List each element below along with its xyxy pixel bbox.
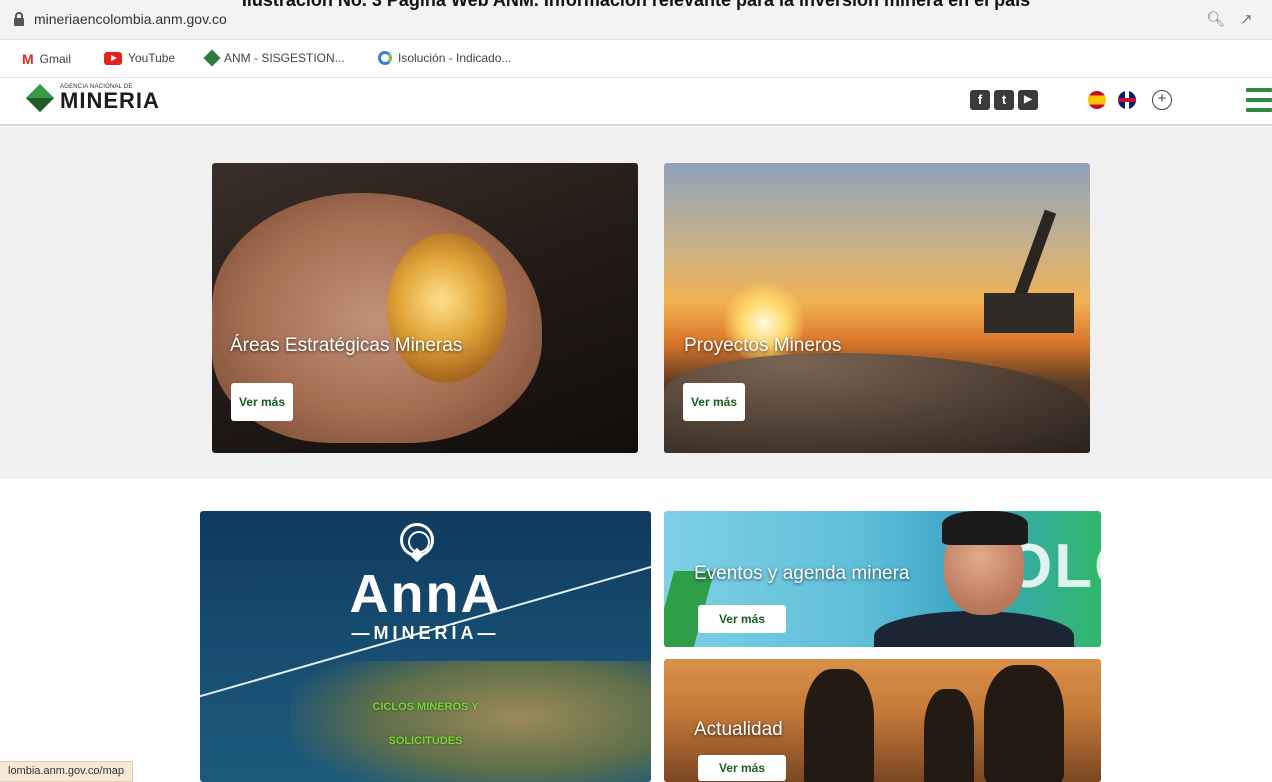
- share-icon[interactable]: ↗: [1240, 10, 1253, 28]
- card-proyectos-mineros[interactable]: Proyectos Mineros Ver más: [664, 163, 1090, 453]
- card-title: Actualidad: [694, 719, 783, 740]
- bookmarks-bar: M Gmail YouTube ANM - SISGESTION... Isol…: [0, 40, 1272, 78]
- gmail-icon: M: [22, 51, 34, 67]
- ver-mas-button[interactable]: Ver más: [698, 755, 786, 781]
- anna-logo-text: AnnA: [349, 564, 502, 624]
- bookmark-label: ANM - SISGESTION...: [224, 51, 345, 65]
- card-areas-estrategicas[interactable]: Áreas Estratégicas Mineras Ver más: [212, 163, 638, 453]
- ver-mas-button[interactable]: Ver más: [698, 605, 786, 633]
- bookmark-label: Isolución - Indicado...: [398, 51, 512, 65]
- card-title: Eventos y agenda minera: [694, 563, 910, 584]
- add-circle-icon[interactable]: +: [1152, 90, 1172, 110]
- site-header: AGENCIA NACIONAL DE MINERIA f t ▶ +: [0, 78, 1272, 126]
- youtube-social-icon[interactable]: ▶: [1018, 90, 1038, 110]
- card-title: Proyectos Mineros: [684, 335, 842, 356]
- page: mineriaencolombia.anm.gov.co 🔍︎ ↗ Ilustr…: [0, 0, 1272, 782]
- card-actualidad[interactable]: Actualidad Ver más: [664, 659, 1101, 782]
- card-anna-mineria[interactable]: AnnA —MINERÍA— CICLOS MINEROS Y SOLICITU…: [200, 511, 651, 782]
- anna-green-line2: SOLICITUDES: [388, 735, 463, 747]
- bookmark-gmail[interactable]: M Gmail: [22, 51, 71, 67]
- bookmark-isolucion[interactable]: Isolución - Indicado...: [378, 51, 511, 65]
- url-text[interactable]: mineriaencolombia.anm.gov.co: [34, 11, 227, 27]
- spanish-flag-icon[interactable]: [1088, 91, 1106, 109]
- anna-green-line1: CICLOS MINEROS Y: [372, 701, 479, 713]
- english-flag-icon[interactable]: [1118, 91, 1136, 109]
- bookmark-anm-sisgestion[interactable]: ANM - SISGESTION...: [203, 49, 345, 67]
- status-url-tooltip: lombia.anm.gov.co/map: [0, 761, 133, 782]
- menu-icon[interactable]: [1246, 88, 1272, 112]
- anna-subtitle: —MINERÍA—: [351, 623, 500, 643]
- ver-mas-button[interactable]: Ver más: [683, 383, 745, 421]
- card-title: Áreas Estratégicas Mineras: [230, 335, 463, 356]
- logo-big-text: MINERIA: [60, 88, 160, 113]
- twitter-icon[interactable]: t: [994, 90, 1014, 110]
- logo-diamond-icon: [25, 83, 55, 113]
- anm-logo[interactable]: AGENCIA NACIONAL DE MINERIA: [25, 83, 160, 113]
- youtube-icon: [104, 51, 122, 65]
- isolucion-icon: [378, 51, 392, 65]
- signal-icon: [400, 523, 434, 557]
- lock-icon: [14, 12, 24, 26]
- ver-mas-button[interactable]: Ver más: [231, 383, 293, 421]
- bookmark-label: YouTube: [128, 51, 176, 65]
- bookmark-label: Gmail: [39, 52, 72, 66]
- zoom-icon[interactable]: 🔍︎: [1206, 10, 1225, 28]
- bookmark-youtube[interactable]: YouTube: [104, 51, 175, 65]
- card-eventos-agenda[interactable]: OLO Eventos y agenda minera Ver más: [664, 511, 1101, 647]
- facebook-icon[interactable]: f: [970, 90, 990, 110]
- figure-caption: Ilustración No. 3 Página Web ANM. Inform…: [241, 0, 1031, 10]
- anm-diamond-icon: [203, 49, 221, 67]
